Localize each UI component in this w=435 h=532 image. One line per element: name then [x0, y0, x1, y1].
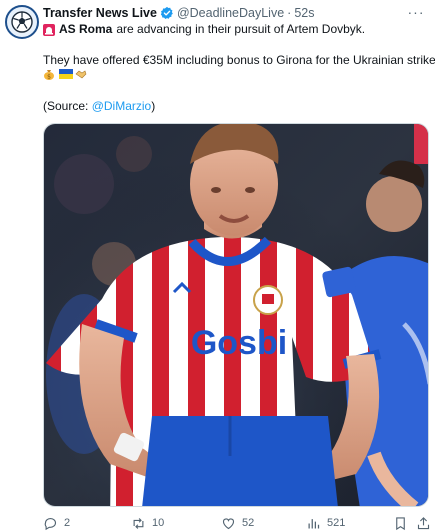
svg-text:$: $	[47, 74, 51, 81]
source-mention-link[interactable]: @DiMarzio	[92, 99, 152, 113]
retweet-icon	[133, 517, 144, 529]
author-name[interactable]: Transfer News Live	[43, 6, 157, 20]
tweet-actions-bar: 2 10 52 521	[43, 514, 433, 532]
player-photo: Gosbi	[44, 124, 428, 506]
retweet-count: 10	[152, 517, 165, 529]
tweet: Transfer News Live @DeadlineDayLive · 52…	[0, 0, 435, 532]
retweet-button[interactable]: 10	[131, 516, 164, 531]
like-button[interactable]: 52	[221, 516, 254, 531]
bookmark-icon	[396, 516, 405, 530]
more-options-icon[interactable]: ···	[405, 3, 427, 21]
share-button[interactable]	[416, 516, 431, 531]
share-icon	[417, 516, 430, 529]
reply-count: 2	[64, 517, 71, 529]
source-suffix: )	[151, 99, 156, 113]
views-chart-icon	[308, 518, 320, 528]
verified-badge-icon	[160, 6, 174, 20]
avatar[interactable]	[5, 5, 39, 39]
tweet-line-2: They have offered €35M including bonus t…	[43, 53, 435, 67]
tweet-source: (Source: @DiMarzio)	[43, 99, 155, 114]
tweet-timestamp[interactable]: 52s	[294, 6, 314, 20]
reply-icon	[44, 517, 57, 530]
views-button[interactable]: 521	[306, 516, 345, 531]
handshake-icon	[75, 68, 87, 80]
tweet-emojis: $	[43, 68, 87, 81]
bookmark-button[interactable]	[393, 516, 408, 531]
siren-emoji-icon	[43, 23, 55, 36]
source-prefix: (Source:	[43, 99, 92, 113]
header-separator: ·	[287, 6, 292, 20]
ukraine-flag-icon	[59, 68, 73, 80]
money-bag-icon: $	[43, 68, 55, 81]
tweet-media-image[interactable]: Gosbi	[43, 123, 429, 507]
soccer-ball-icon	[11, 11, 33, 33]
like-count: 52	[242, 517, 255, 529]
tweet-line-1-text: are advancing in their pursuit of Artem …	[116, 22, 366, 36]
view-count: 521	[327, 517, 346, 529]
heart-icon	[222, 517, 235, 529]
author-handle[interactable]: @DeadlineDayLive	[177, 6, 284, 20]
jersey-sponsor-text: Gosbi	[191, 324, 287, 362]
club-name: AS Roma	[59, 22, 113, 36]
tweet-line-1: AS Roma are advancing in their pursuit o…	[43, 22, 365, 37]
tweet-header: Transfer News Live @DeadlineDayLive · 52…	[43, 4, 314, 22]
reply-button[interactable]: 2	[43, 516, 70, 531]
